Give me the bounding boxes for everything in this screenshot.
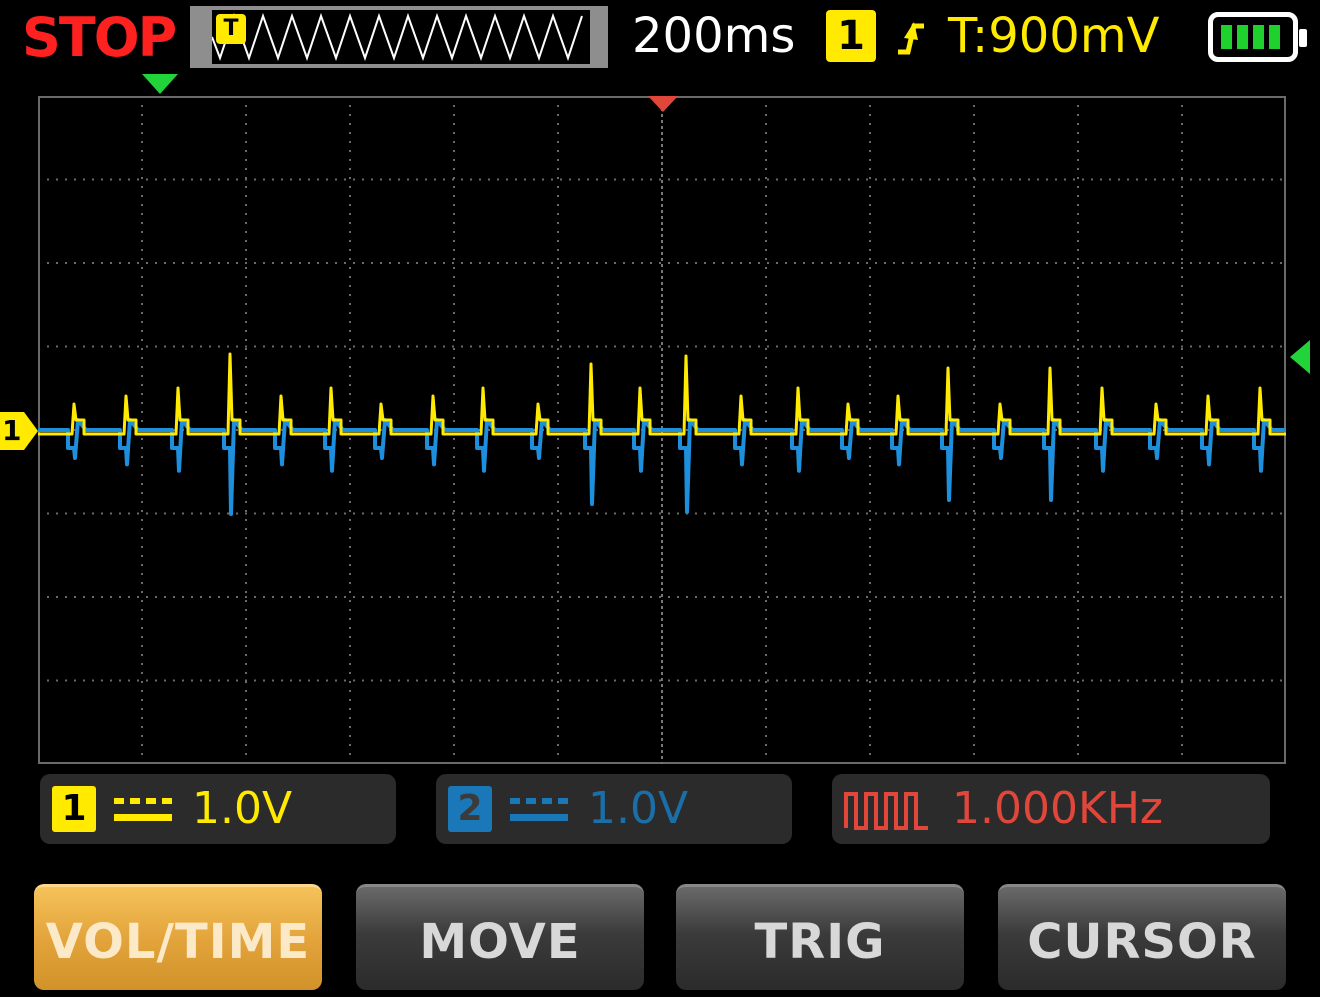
softkey-trig[interactable]: TRIG: [676, 884, 964, 990]
oscilloscope-screen[interactable]: [38, 96, 1286, 764]
battery-bar: [1221, 25, 1232, 49]
run-stop-status[interactable]: STOP: [22, 6, 177, 70]
trigger-level-readout[interactable]: T:900mV: [948, 4, 1159, 68]
softkey-vol-time[interactable]: VOL/TIME: [34, 884, 322, 990]
trigger-position-marker-icon: [648, 96, 678, 112]
ch1-ground-marker[interactable]: 1: [0, 412, 40, 450]
timebase-readout[interactable]: 200ms: [632, 4, 795, 68]
ch1-number-badge: 1: [52, 786, 96, 832]
softkey-cursor[interactable]: CURSOR: [998, 884, 1286, 990]
ch1-marker-label: 1: [2, 414, 22, 447]
battery-icon: [1208, 12, 1307, 62]
ch2-number-badge: 2: [448, 786, 492, 832]
trigger-channel-badge: 1: [826, 10, 876, 62]
dc-coupling-icon: [510, 798, 568, 821]
overview-trigger-badge: T: [216, 14, 246, 44]
horizontal-position-marker-icon: [142, 74, 178, 94]
waveform-display: [38, 96, 1286, 764]
ch2-info-box[interactable]: 2 1.0V: [436, 774, 792, 844]
overview-window: [212, 10, 590, 64]
rising-edge-icon: [898, 22, 924, 55]
battery-bar: [1253, 25, 1264, 49]
signal-generator-box[interactable]: 1.000KHz: [832, 774, 1270, 844]
overview-trace: [212, 12, 583, 62]
waveform-overview-bar: T: [190, 6, 608, 68]
battery-bar: [1269, 25, 1280, 49]
ch1-scale-value: 1.0V: [192, 783, 293, 834]
softkey-move[interactable]: MOVE: [356, 884, 644, 990]
trigger-level-marker-icon[interactable]: [1288, 340, 1310, 374]
dc-coupling-icon: [114, 798, 172, 821]
overview-waveform: [212, 12, 583, 62]
generator-frequency: 1.000KHz: [952, 783, 1163, 834]
battery-bar: [1237, 25, 1248, 49]
square-wave-icon: [844, 792, 928, 830]
ch1-info-box[interactable]: 1 1.0V: [40, 774, 396, 844]
ch2-scale-value: 1.0V: [588, 783, 689, 834]
